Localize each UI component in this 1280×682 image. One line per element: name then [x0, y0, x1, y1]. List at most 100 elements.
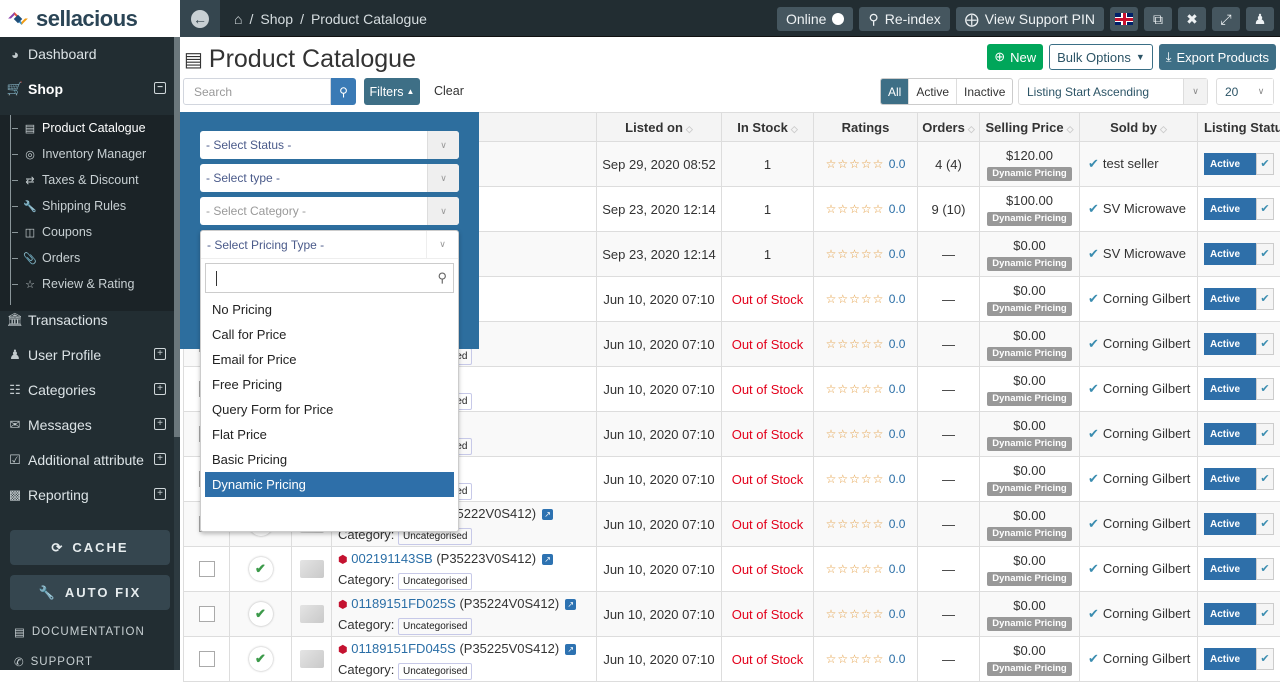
category-badge[interactable]: Uncategorised	[398, 618, 472, 635]
status-active-button[interactable]: Active	[1204, 153, 1256, 175]
expand-plus-icon[interactable]: +	[154, 418, 166, 430]
sidebar-item-messages[interactable]: ✉Messages+	[0, 408, 174, 442]
documentation-link[interactable]: ▤DOCUMENTATION	[14, 625, 145, 639]
pricing-option[interactable]: Query Form for Price	[205, 397, 454, 422]
sidebar-item-review-rating[interactable]: ☆Review & Rating	[12, 271, 134, 297]
pricing-option[interactable]: Dynamic Pricing	[205, 472, 454, 497]
fullscreen-button[interactable]: ⤢	[1212, 7, 1240, 31]
status-active-button[interactable]: Active	[1204, 423, 1256, 445]
sidebar-item-dashboard[interactable]: ◕Dashboard	[0, 37, 174, 71]
status-active-button[interactable]: Active	[1204, 198, 1256, 220]
status-check-toggle[interactable]: ✔	[1256, 648, 1274, 670]
category-badge[interactable]: Uncategorised	[398, 663, 472, 680]
header-listed-on[interactable]: Listed on◇	[597, 113, 722, 142]
status-check-toggle[interactable]: ✔	[1256, 288, 1274, 310]
pricing-option[interactable]: Free Pricing	[205, 372, 454, 397]
external-link-button[interactable]: ⧉	[1144, 7, 1172, 31]
pricing-option[interactable]: No Pricing	[205, 297, 454, 322]
status-check-toggle[interactable]: ✔	[1256, 333, 1274, 355]
sidebar-item-product-catalogue[interactable]: ▤Product Catalogue	[12, 115, 146, 141]
status-filter-select[interactable]: - Select Status -∨	[200, 131, 459, 159]
status-check-toggle[interactable]: ✔	[1256, 153, 1274, 175]
expand-plus-icon[interactable]: +	[154, 348, 166, 360]
header-sold-by[interactable]: Sold by◇	[1080, 113, 1198, 142]
pricing-option[interactable]: Email for Price	[205, 347, 454, 372]
clear-button[interactable]: Clear	[434, 84, 464, 98]
sidebar-item-reporting[interactable]: ▩Reporting+	[0, 478, 174, 512]
status-check-toggle[interactable]: ✔	[1256, 243, 1274, 265]
product-link[interactable]: 002191143SB	[351, 551, 432, 566]
published-check-icon[interactable]: ✔	[249, 557, 273, 581]
online-toggle[interactable]: Online	[777, 7, 853, 31]
status-active-button[interactable]: Active	[1204, 648, 1256, 670]
tab-all[interactable]: All	[881, 79, 908, 104]
type-filter-select[interactable]: - Select type -∨	[200, 164, 459, 192]
header-in-stock[interactable]: In Stock◇	[722, 113, 814, 142]
pricing-option[interactable]: Call for Price	[205, 322, 454, 347]
status-check-toggle[interactable]: ✔	[1256, 423, 1274, 445]
sidebar-item-additional-attribute[interactable]: ☑Additional attribute+	[0, 443, 174, 477]
sidebar-item-inventory-manager[interactable]: ◎Inventory Manager	[12, 141, 146, 167]
status-active-button[interactable]: Active	[1204, 603, 1256, 625]
sidebar-item-orders[interactable]: 📎Orders	[12, 245, 80, 271]
pricing-type-select[interactable]: - Select Pricing Type -∨	[201, 231, 458, 259]
back-button[interactable]: ←	[180, 0, 220, 37]
sidebar-item-user-profile[interactable]: ♟User Profile+	[0, 338, 174, 372]
search-input[interactable]: Search	[183, 78, 331, 105]
breadcrumb-shop[interactable]: Shop	[260, 11, 293, 27]
status-active-button[interactable]: Active	[1204, 558, 1256, 580]
collapse-icon[interactable]: −	[154, 82, 166, 94]
logo[interactable]: sellacious	[0, 0, 180, 37]
language-button[interactable]	[1110, 7, 1138, 31]
status-check-toggle[interactable]: ✔	[1256, 378, 1274, 400]
view-support-pin-button[interactable]: ⨁View Support PIN	[956, 7, 1104, 31]
search-button[interactable]: ⚲	[331, 78, 356, 105]
export-products-button[interactable]: ⤓Export Products	[1159, 44, 1276, 70]
expand-plus-icon[interactable]: +	[154, 383, 166, 395]
product-link[interactable]: 01189151FD025S	[351, 596, 456, 611]
filters-button[interactable]: Filters▲	[364, 78, 420, 105]
status-check-toggle[interactable]: ✔	[1256, 468, 1274, 490]
external-link-icon[interactable]: ↗	[565, 599, 576, 610]
sort-select[interactable]: Listing Start Ascending∨	[1018, 78, 1208, 105]
new-button[interactable]: ⊕New	[987, 44, 1043, 70]
expand-plus-icon[interactable]: +	[154, 488, 166, 500]
support-link[interactable]: ✆SUPPORT	[14, 655, 93, 669]
user-menu-button[interactable]: ♟	[1246, 7, 1274, 31]
sidebar-item-categories[interactable]: ☷Categories+	[0, 373, 174, 407]
status-active-button[interactable]: Active	[1204, 288, 1256, 310]
category-badge[interactable]: Uncategorised	[398, 573, 472, 590]
status-active-button[interactable]: Active	[1204, 378, 1256, 400]
home-icon[interactable]: ⌂	[234, 11, 242, 27]
row-checkbox[interactable]	[199, 561, 215, 577]
pricing-type-dropdown[interactable]: - Select Pricing Type -∨ ⚲ No PricingCal…	[200, 230, 459, 532]
external-link-icon[interactable]: ↗	[565, 644, 576, 655]
status-active-button[interactable]: Active	[1204, 243, 1256, 265]
external-link-icon[interactable]: ↗	[542, 509, 553, 520]
header-selling-price[interactable]: Selling Price◇	[980, 113, 1080, 142]
per-page-select[interactable]: 20∨	[1216, 78, 1274, 105]
auto-fix-button[interactable]: 🔧AUTO FIX	[10, 575, 170, 610]
status-check-toggle[interactable]: ✔	[1256, 603, 1274, 625]
status-active-button[interactable]: Active	[1204, 513, 1256, 535]
sidebar-item-taxes-discount[interactable]: ⇄Taxes & Discount	[12, 167, 139, 193]
status-check-toggle[interactable]: ✔	[1256, 558, 1274, 580]
cache-button[interactable]: ⟳CACHE	[10, 530, 170, 565]
pricing-option[interactable]: Basic Pricing	[205, 447, 454, 472]
published-check-icon[interactable]: ✔	[249, 647, 273, 671]
status-check-toggle[interactable]: ✔	[1256, 198, 1274, 220]
status-check-toggle[interactable]: ✔	[1256, 513, 1274, 535]
sidebar-item-coupons[interactable]: ◫Coupons	[12, 219, 92, 245]
header-orders[interactable]: Orders◇	[918, 113, 980, 142]
pricing-option[interactable]: Flat Price	[205, 422, 454, 447]
product-link[interactable]: 01189151FD045S	[351, 641, 456, 656]
bulk-options-button[interactable]: Bulk Options▼	[1049, 44, 1153, 70]
published-check-icon[interactable]: ✔	[249, 602, 273, 626]
sidebar-item-transactions[interactable]: 🏛Transactions	[0, 303, 174, 337]
joomla-button[interactable]: ✖	[1178, 7, 1206, 31]
external-link-icon[interactable]: ↗	[542, 554, 553, 565]
pricing-search-input[interactable]: ⚲	[205, 263, 454, 293]
category-filter-select[interactable]: - Select Category -∨	[200, 197, 459, 225]
row-checkbox[interactable]	[199, 606, 215, 622]
sidebar-item-shipping-rules[interactable]: 🔧Shipping Rules	[12, 193, 126, 219]
